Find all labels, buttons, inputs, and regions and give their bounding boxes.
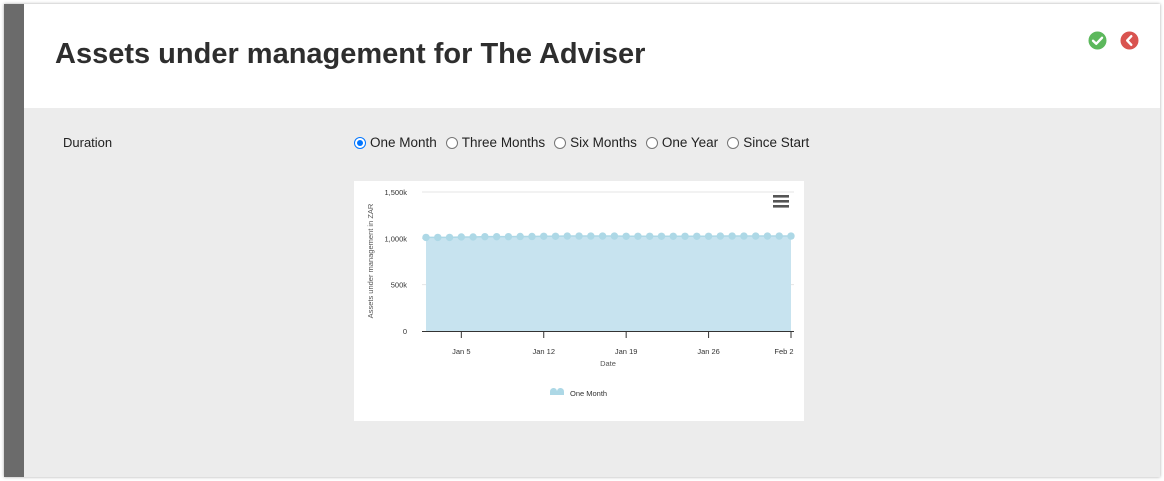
data-point: [634, 232, 642, 240]
radio-label: Since Start: [743, 135, 810, 150]
radio-button[interactable]: [554, 136, 567, 149]
x-axis-title: Date: [600, 359, 616, 368]
page-header: Assets under management for The Adviser: [24, 4, 1160, 108]
data-point: [763, 232, 772, 240]
data-point: [540, 232, 548, 240]
x-tick-label: Jan 19: [615, 347, 638, 356]
data-point: [657, 232, 666, 240]
duration-label: Duration: [63, 135, 113, 150]
data-point: [610, 232, 619, 240]
data-point: [681, 232, 689, 240]
data-point: [528, 232, 536, 241]
data-point: [575, 232, 583, 240]
data-point: [704, 232, 713, 240]
radio-label: Three Months: [461, 135, 546, 150]
data-point: [551, 232, 560, 240]
chart-card: 0 500k 1,000k 1,500k Jan 5 Jan 12 Jan 19 Jan 26…: [354, 181, 804, 421]
data-point: [740, 232, 748, 240]
y-axis-title: Assets under management in ZAR: [366, 203, 375, 318]
data-point: [669, 232, 677, 240]
data-point: [504, 232, 513, 241]
page-title: Assets under management for The Adviser: [55, 38, 646, 70]
data-point: [716, 232, 725, 240]
back-circle-icon[interactable]: [1120, 31, 1139, 50]
duration-option-one-year[interactable]: One Year: [645, 135, 719, 150]
hamburger-bar: [773, 195, 789, 198]
content-area: Duration One Month Three Months Six Months…: [24, 108, 1160, 477]
y-tick-label: 1,000k: [384, 234, 407, 243]
data-point: [775, 232, 783, 240]
radio-button[interactable]: [727, 136, 740, 149]
data-point: [728, 232, 736, 240]
radio-button[interactable]: [354, 136, 366, 149]
data-point: [598, 232, 607, 240]
duration-radio-group: One Month Three Months Six Months One Year S…: [354, 135, 818, 150]
data-point: [693, 232, 701, 240]
data-point: [457, 233, 466, 241]
data-point: [434, 233, 442, 242]
x-tick-label: Jan 12: [532, 347, 555, 356]
page-frame: Assets under management for The Adviser …: [4, 4, 1160, 477]
legend-label: One Month: [570, 389, 607, 398]
data-point: [787, 232, 795, 240]
y-tick-label: 0: [403, 327, 407, 336]
radio-button[interactable]: [445, 136, 458, 149]
data-point: [587, 232, 595, 240]
left-sidebar-strip: [4, 4, 24, 477]
data-point: [516, 232, 524, 241]
x-tick-label: Jan 26: [697, 347, 720, 356]
radio-label: One Month: [370, 135, 437, 150]
hamburger-bar: [773, 205, 789, 208]
data-point: [481, 232, 489, 241]
x-tick-label: Jan 5: [452, 347, 470, 356]
radio-button[interactable]: [645, 136, 658, 149]
legend-symbol: [549, 387, 565, 395]
data-point: [469, 233, 477, 241]
radio-label: One Year: [661, 135, 719, 150]
duration-option-one-month[interactable]: One Month: [354, 135, 437, 150]
check-circle-icon[interactable]: [1088, 31, 1107, 50]
data-point: [751, 232, 760, 240]
duration-option-six-months[interactable]: Six Months: [554, 135, 637, 150]
data-point: [492, 232, 501, 241]
data-point: [646, 232, 654, 240]
y-tick-label: 1,500k: [384, 188, 407, 197]
aum-chart: 0 500k 1,000k 1,500k Jan 5 Jan 12 Jan 19 Jan 26…: [366, 188, 795, 398]
x-tick-label: Feb 2: [774, 347, 793, 356]
data-point: [422, 233, 430, 242]
radio-label: Six Months: [570, 135, 637, 150]
data-point: [563, 232, 571, 240]
hamburger-bar: [773, 200, 789, 203]
duration-option-since-start[interactable]: Since Start: [727, 135, 809, 150]
data-point: [445, 233, 454, 242]
duration-option-three-months[interactable]: Three Months: [445, 135, 546, 150]
hamburger-icon[interactable]: [773, 195, 789, 208]
y-tick-label: 500k: [391, 281, 408, 290]
series-area: [426, 236, 791, 331]
data-point: [622, 232, 630, 240]
